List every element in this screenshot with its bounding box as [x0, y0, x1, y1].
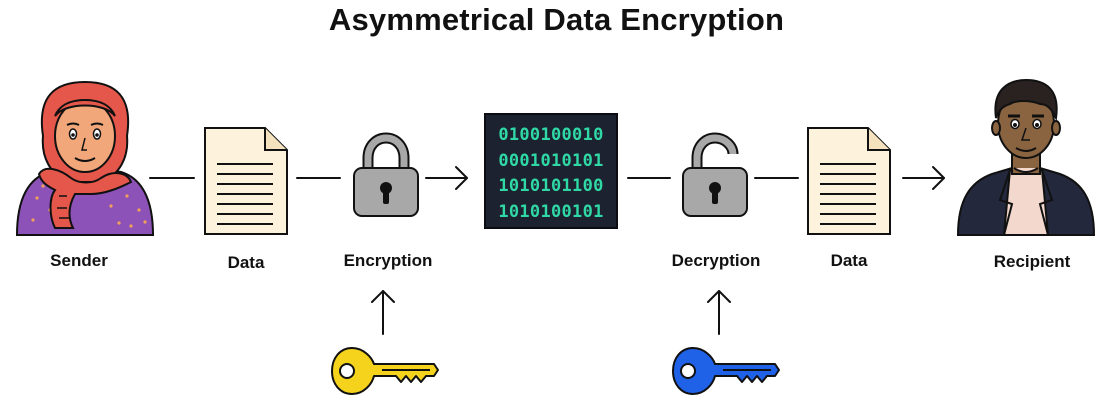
key-icon: [331, 347, 439, 395]
arrow-right-icon: [902, 166, 945, 190]
data-out-label: Data: [830, 251, 868, 270]
encryption-label: Encryption: [343, 251, 433, 270]
ciphertext-line: 1010101100: [498, 176, 604, 196]
ciphertext-line: 1010100101: [498, 201, 604, 222]
arrow-right-icon: [425, 166, 468, 190]
document-icon: [204, 127, 288, 235]
ciphertext-line: 0100100010: [498, 125, 604, 145]
sender-label: Sender: [50, 251, 108, 270]
lock-closed-icon: [353, 132, 419, 217]
document-icon: [807, 127, 891, 235]
recipient-person-icon: [956, 78, 1096, 236]
lock-open-icon: [682, 132, 748, 217]
decryption-label: Decryption: [671, 251, 761, 270]
sender-person-icon: [15, 80, 155, 236]
ciphertext-block: 0100100010 0001010101 1010101100 1010100…: [484, 113, 618, 229]
key-icon: [672, 347, 780, 395]
arrow-up-icon: [371, 290, 395, 335]
ciphertext-line: 0001010101: [498, 150, 604, 171]
data-in-label: Data: [227, 253, 265, 272]
recipient-label: Recipient: [993, 252, 1071, 271]
arrow-up-icon: [707, 290, 731, 335]
